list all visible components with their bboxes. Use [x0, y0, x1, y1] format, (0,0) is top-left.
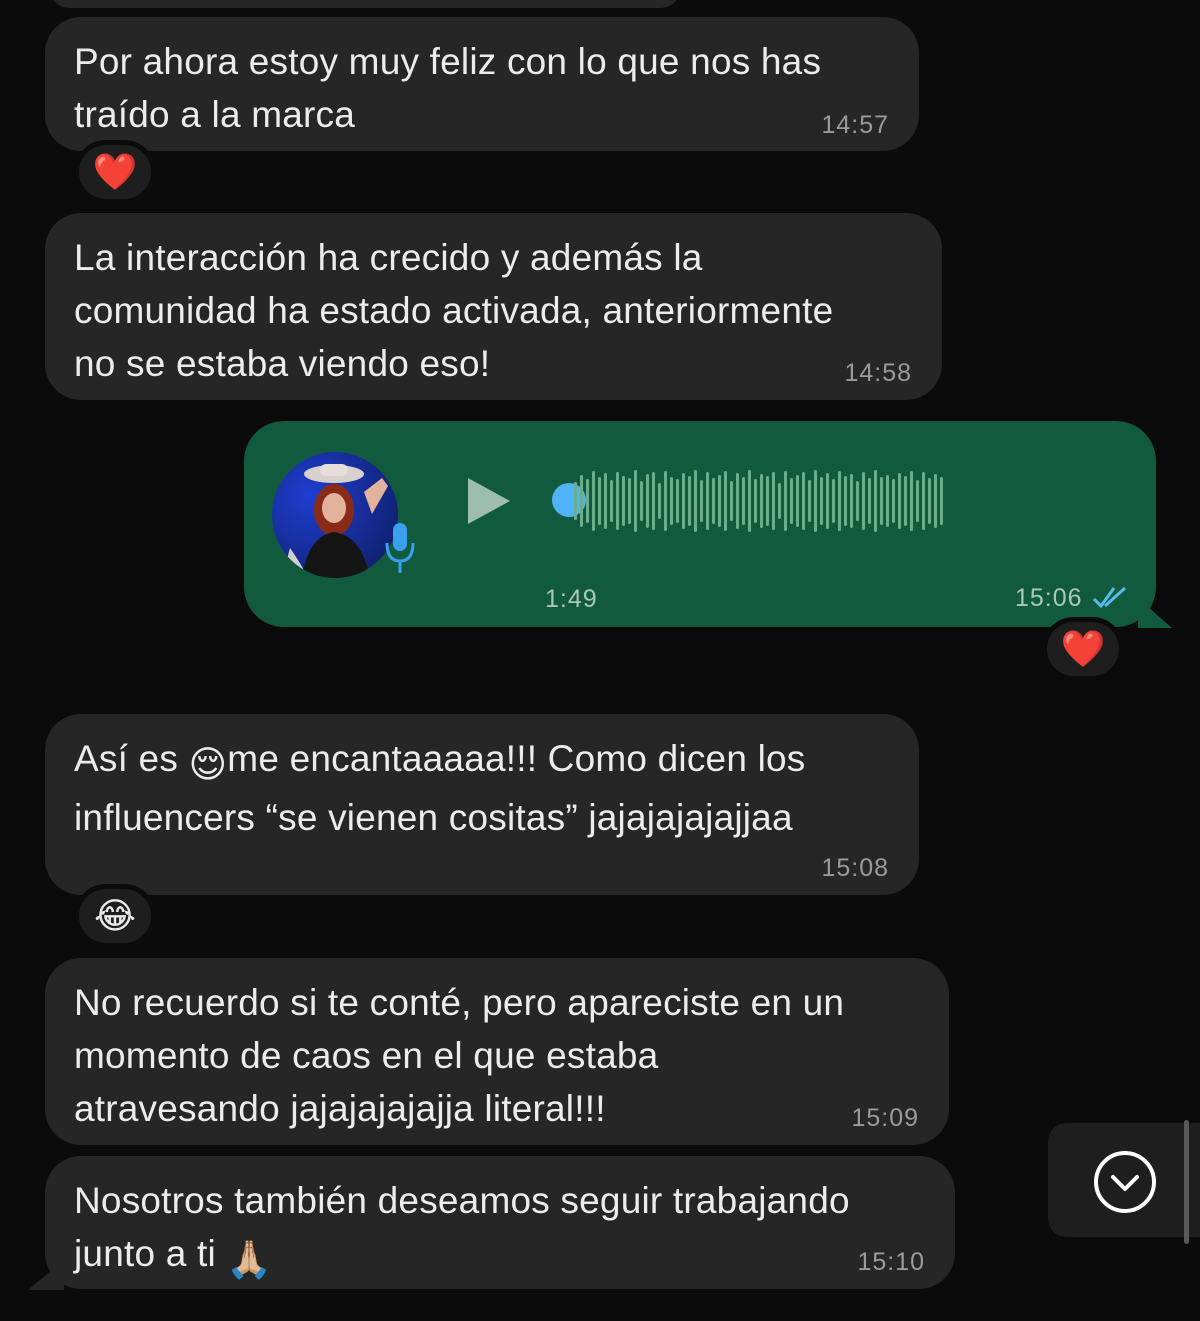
waveform-bar: [886, 475, 889, 527]
message-time: 15:08: [821, 854, 889, 882]
waveform-bar: [766, 476, 769, 526]
waveform-bar: [862, 472, 865, 530]
waveform-bar: [742, 477, 745, 525]
waveform-bar: [658, 483, 661, 519]
waveform-bar: [622, 476, 625, 526]
reaction-badge[interactable]: ❤️: [1042, 617, 1124, 681]
waveform-bar: [634, 470, 637, 532]
waveform-bar: [898, 473, 901, 529]
microphone-icon: [384, 521, 416, 582]
waveform-bar: [880, 477, 883, 525]
waveform-bar: [670, 477, 673, 525]
message-time: 15:10: [857, 1248, 925, 1276]
waveform-bar: [934, 474, 937, 528]
heart-emoji: ❤️: [92, 151, 138, 192]
waveform-bar: [784, 471, 787, 531]
waveform-bar: [874, 470, 877, 532]
waveform-bar: [808, 480, 811, 522]
waveform[interactable]: [574, 469, 943, 533]
waveform-bar: [916, 480, 919, 522]
message-text: Así es 😌me encantaaaaa!!! Como dicen los…: [74, 738, 806, 838]
waveform-bar: [724, 471, 727, 531]
double-check-icon: [1092, 585, 1128, 616]
waveform-bar: [826, 473, 829, 529]
chevron-down-circle-icon: [1092, 1149, 1158, 1220]
incoming-bubble-tail: [28, 1260, 64, 1290]
message-text: No recuerdo si te conté, pero apareciste…: [74, 982, 845, 1129]
waveform-bar: [712, 478, 715, 524]
waveform-bar: [598, 477, 601, 525]
waveform-bar: [736, 473, 739, 529]
incoming-message[interactable]: Nosotros también deseamos seguir trabaja…: [45, 1156, 955, 1289]
incoming-message[interactable]: Así es 😌me encantaaaaa!!! Como dicen los…: [45, 714, 919, 895]
scroll-to-bottom-button[interactable]: [1048, 1123, 1200, 1237]
waveform-bar: [586, 479, 589, 523]
waveform-bar: [844, 476, 847, 526]
heart-emoji: ❤️: [1060, 628, 1106, 669]
waveform-bar: [646, 474, 649, 528]
message-time: 15:09: [851, 1104, 919, 1132]
waveform-bar: [604, 473, 607, 529]
waveform-bar: [850, 474, 853, 528]
previous-message-bubble-partial: [50, 0, 680, 8]
waveform-bar: [802, 472, 805, 530]
incoming-message[interactable]: No recuerdo si te conté, pero apareciste…: [45, 958, 949, 1145]
waveform-bar: [574, 482, 577, 520]
message-text: La interacción ha crecido y además la co…: [74, 237, 834, 384]
laughing-emoji: 😂: [93, 895, 137, 936]
message-time: 14:58: [844, 359, 912, 387]
waveform-bar: [628, 478, 631, 524]
waveform-bar: [838, 471, 841, 531]
incoming-message[interactable]: Por ahora estoy muy feliz con lo que nos…: [45, 17, 919, 151]
waveform-bar: [778, 483, 781, 519]
waveform-bar: [760, 474, 763, 528]
message-text: Nosotros también deseamos seguir trabaja…: [74, 1174, 925, 1286]
waveform-bar: [814, 470, 817, 532]
waveform-bar: [748, 470, 751, 532]
waveform-bar: [700, 480, 703, 522]
reaction-badge[interactable]: ❤️: [74, 140, 156, 204]
waveform-bar: [640, 481, 643, 521]
waveform-bar: [922, 472, 925, 530]
reaction-badge[interactable]: 😂: [74, 884, 156, 948]
outgoing-voice-message[interactable]: 1:49 15:06: [244, 421, 1156, 627]
waveform-bar: [610, 480, 613, 522]
waveform-bar: [772, 472, 775, 530]
waveform-bar: [616, 472, 619, 530]
waveform-bar: [910, 471, 913, 531]
message-time: 15:06: [1015, 584, 1083, 612]
waveform-bar: [706, 472, 709, 530]
voice-duration: 1:49: [545, 585, 598, 613]
waveform-bar: [796, 475, 799, 527]
scrollbar[interactable]: [1184, 1120, 1189, 1244]
waveform-bar: [892, 479, 895, 523]
waveform-bar: [904, 476, 907, 526]
waveform-bar: [682, 473, 685, 529]
waveform-bar: [868, 478, 871, 524]
waveform-bar: [754, 479, 757, 523]
waveform-bar: [790, 478, 793, 524]
incoming-message[interactable]: La interacción ha crecido y además la co…: [45, 213, 942, 400]
waveform-bar: [856, 481, 859, 521]
play-icon[interactable]: [466, 476, 512, 531]
waveform-bar: [718, 475, 721, 527]
waveform-bar: [580, 475, 583, 527]
relieved-face-emoji: 😌: [188, 744, 228, 785]
waveform-bar: [676, 479, 679, 523]
waveform-bar: [592, 471, 595, 531]
waveform-bar: [652, 472, 655, 530]
waveform-bar: [664, 471, 667, 531]
waveform-bar: [730, 481, 733, 521]
waveform-bar: [928, 478, 931, 524]
avatar: [272, 452, 398, 578]
waveform-bar: [820, 477, 823, 525]
outgoing-bubble-tail: [1138, 598, 1172, 628]
message-text: Por ahora estoy muy feliz con lo que nos…: [74, 41, 822, 135]
waveform-bar: [832, 479, 835, 523]
folded-hands-emoji: 🙏🏼: [226, 1239, 273, 1280]
message-time: 14:57: [821, 111, 889, 139]
waveform-bar: [688, 476, 691, 526]
waveform-bar: [694, 470, 697, 532]
waveform-bar: [940, 477, 943, 525]
